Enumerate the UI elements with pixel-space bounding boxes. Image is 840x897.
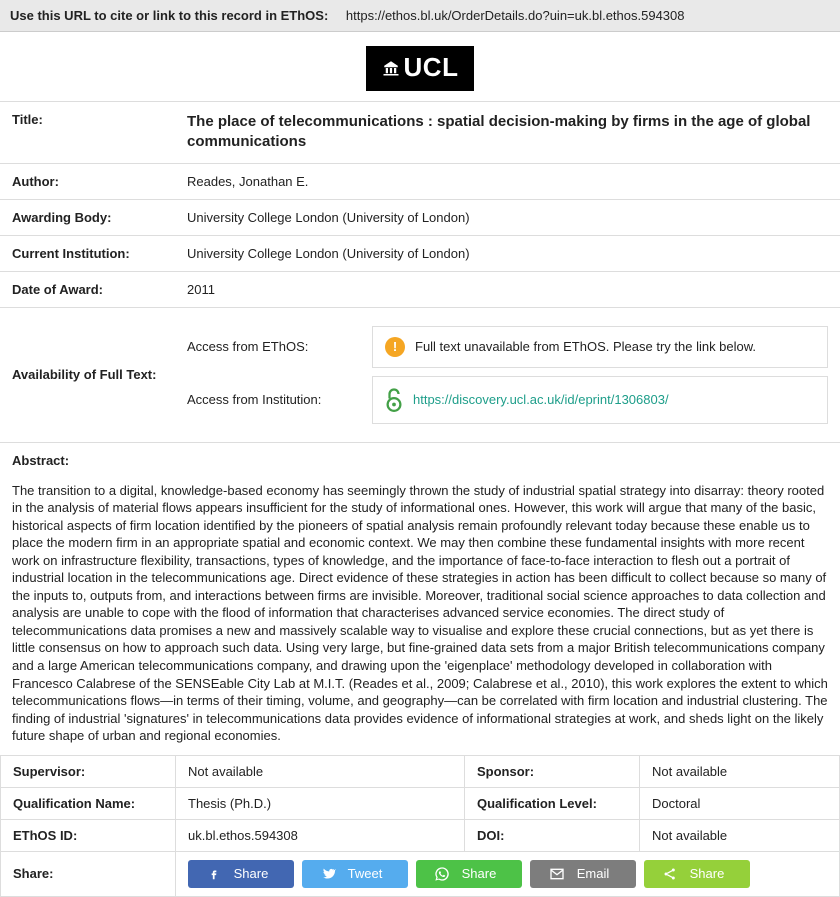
availability-label: Availability of Full Text:	[0, 307, 175, 442]
supervisor-value: Not available	[176, 755, 465, 787]
share-label: Share:	[1, 851, 176, 896]
abstract-label: Abstract:	[0, 443, 840, 478]
share-twitter-label: Tweet	[348, 866, 383, 881]
share-buttons: Share Tweet Share Email	[188, 860, 827, 888]
ucl-logo: UCL	[366, 46, 475, 91]
facebook-icon	[206, 866, 222, 882]
quallevel-value: Doctoral	[640, 787, 840, 819]
metadata-table: Title: The place of telecommunications :…	[0, 101, 840, 443]
sponsor-label: Sponsor:	[465, 755, 640, 787]
cite-bar: Use this URL to cite or link to this rec…	[0, 0, 840, 32]
qualname-value: Thesis (Ph.D.)	[176, 787, 465, 819]
share-generic-button[interactable]: Share	[644, 860, 750, 888]
portico-icon	[382, 59, 400, 77]
access-inst-link[interactable]: https://discovery.ucl.ac.uk/id/eprint/13…	[413, 392, 669, 407]
open-access-icon	[385, 387, 403, 413]
current-institution-value: University College London (University of…	[175, 235, 840, 271]
awarding-body-value: University College London (University of…	[175, 199, 840, 235]
awarding-body-label: Awarding Body:	[0, 199, 175, 235]
logo-container: UCL	[0, 32, 840, 101]
details-grid: Supervisor: Not available Sponsor: Not a…	[0, 755, 840, 897]
share-twitter-button[interactable]: Tweet	[302, 860, 408, 888]
share-whatsapp-button[interactable]: Share	[416, 860, 522, 888]
access-from-institution-row: Access from Institution: https://discove…	[187, 376, 828, 424]
doi-value: Not available	[640, 819, 840, 851]
access-inst-label: Access from Institution:	[187, 392, 352, 407]
share-email-label: Email	[577, 866, 610, 881]
share-facebook-label: Share	[234, 866, 269, 881]
date-of-award-value: 2011	[175, 271, 840, 307]
warning-icon: !	[385, 337, 405, 357]
whatsapp-icon	[434, 866, 450, 882]
email-icon	[549, 866, 565, 882]
author-label: Author:	[0, 163, 175, 199]
access-inst-box: https://discovery.ucl.ac.uk/id/eprint/13…	[372, 376, 828, 424]
share-whatsapp-label: Share	[462, 866, 497, 881]
abstract-text: The transition to a digital, knowledge-b…	[0, 478, 840, 755]
ethosid-value: uk.bl.ethos.594308	[176, 819, 465, 851]
sponsor-value: Not available	[640, 755, 840, 787]
access-ethos-msg: Full text unavailable from EThOS. Please…	[415, 339, 756, 354]
quallevel-label: Qualification Level:	[465, 787, 640, 819]
cite-label: Use this URL to cite or link to this rec…	[10, 8, 328, 23]
access-from-ethos-row: Access from EThOS: ! Full text unavailab…	[187, 326, 828, 368]
qualname-label: Qualification Name:	[1, 787, 176, 819]
availability-cell: Access from EThOS: ! Full text unavailab…	[175, 307, 840, 442]
ethosid-label: EThOS ID:	[1, 819, 176, 851]
share-email-button[interactable]: Email	[530, 860, 636, 888]
access-ethos-label: Access from EThOS:	[187, 339, 352, 354]
share-facebook-button[interactable]: Share	[188, 860, 294, 888]
title-value: The place of telecommunications : spatia…	[175, 102, 840, 164]
author-value: Reades, Jonathan E.	[175, 163, 840, 199]
ucl-logo-text: UCL	[404, 52, 459, 82]
date-of-award-label: Date of Award:	[0, 271, 175, 307]
share-cell: Share Tweet Share Email	[176, 851, 840, 896]
supervisor-label: Supervisor:	[1, 755, 176, 787]
doi-label: DOI:	[465, 819, 640, 851]
share-generic-label: Share	[690, 866, 725, 881]
share-icon	[662, 866, 678, 882]
cite-url: https://ethos.bl.uk/OrderDetails.do?uin=…	[346, 8, 685, 23]
current-institution-label: Current Institution:	[0, 235, 175, 271]
access-ethos-box: ! Full text unavailable from EThOS. Plea…	[372, 326, 828, 368]
title-label: Title:	[0, 102, 175, 164]
twitter-icon	[320, 866, 336, 882]
